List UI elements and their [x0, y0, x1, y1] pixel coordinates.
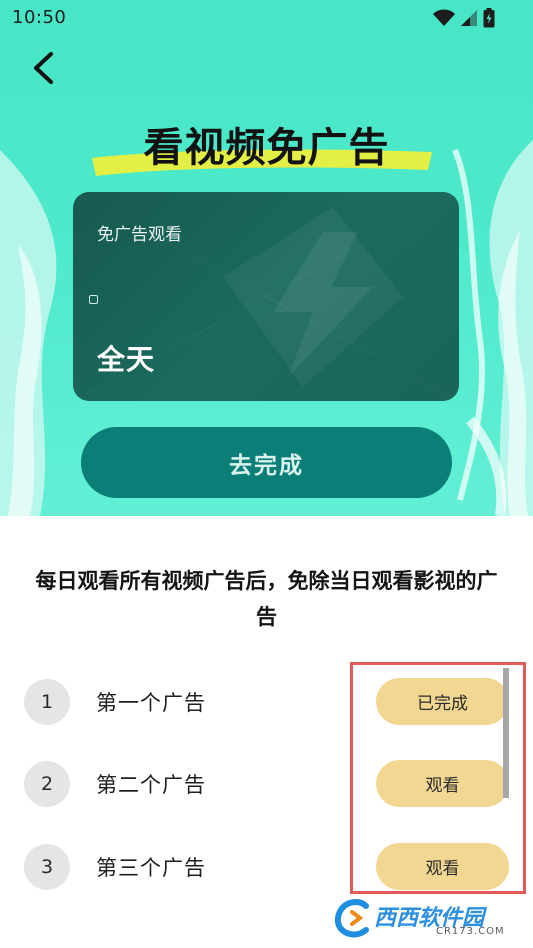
card-subtitle: 免广告观看: [97, 225, 182, 245]
status-time: 10:50: [12, 7, 67, 28]
ad-free-card: 免广告观看 全天: [73, 192, 459, 401]
ad-label: 第二个广告: [96, 773, 206, 797]
back-button[interactable]: [22, 45, 64, 91]
signal-icon: [461, 10, 477, 26]
page-title-text: 看视频免广告: [143, 125, 390, 171]
card-value: 全天: [97, 343, 156, 376]
go-complete-button[interactable]: 去完成: [81, 427, 452, 498]
ad-label: 第一个广告: [96, 691, 206, 715]
description-text: 每日观看所有视频广告后，免除当日观看影视的广告: [35, 569, 498, 629]
wifi-icon: [433, 9, 455, 26]
status-bar: 10:50: [0, 0, 533, 36]
status-icons: [433, 8, 495, 28]
watermark-domain: CR173.COM: [436, 926, 505, 937]
ad-number-badge: 2: [24, 761, 70, 807]
site-watermark: 西西软件园 CR173.COM: [332, 896, 522, 940]
ad-number-badge: 1: [24, 679, 70, 725]
ad-number-badge: 3: [24, 844, 70, 890]
annotation-highlight-box: [350, 662, 526, 894]
scrollbar[interactable]: [503, 668, 509, 798]
watermark-logo-icon: [334, 899, 369, 938]
battery-icon: [483, 8, 495, 28]
chevron-left-icon: [34, 52, 53, 84]
card-small-icon: [89, 295, 98, 304]
ad-label: 第三个广告: [96, 856, 206, 880]
page-title: 看视频免广告: [0, 118, 533, 180]
hero-banner: 10:50 看视频免广告 免广告观看 全天 去完成: [0, 0, 533, 516]
